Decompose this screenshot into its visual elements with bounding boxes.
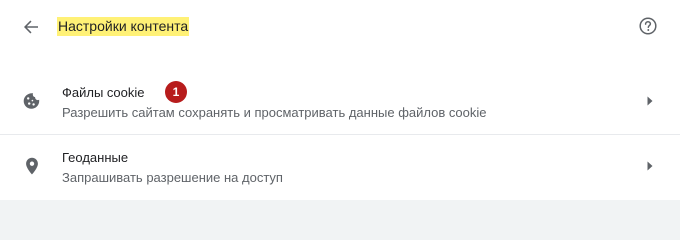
cookie-icon <box>22 91 42 111</box>
page-header: Настройки контента <box>0 0 680 56</box>
location-description: Запрашивать разрешение на доступ <box>62 170 283 185</box>
arrow-back-icon <box>24 20 38 34</box>
content-settings-page: Настройки контента Файлы cookie Разрешит… <box>0 0 680 200</box>
page-title: Настройки контента <box>57 17 190 36</box>
location-title: Геоданные <box>62 150 129 165</box>
help-button[interactable] <box>636 14 660 38</box>
cookies-description: Разрешить сайтам сохранять и просматрива… <box>62 105 487 120</box>
settings-item-location[interactable]: Геоданные Запрашивать разрешение на дост… <box>0 135 680 199</box>
help-circle-icon <box>639 17 657 35</box>
location-pin-icon <box>22 156 42 176</box>
cookies-title: Файлы cookie <box>62 85 145 100</box>
chevron-right-icon <box>644 160 656 172</box>
annotation-badge: 1 <box>165 81 187 103</box>
chevron-right-icon <box>644 95 656 107</box>
settings-item-cookies[interactable]: Файлы cookie Разрешить сайтам сохранять … <box>0 70 680 135</box>
back-button[interactable] <box>18 14 44 40</box>
